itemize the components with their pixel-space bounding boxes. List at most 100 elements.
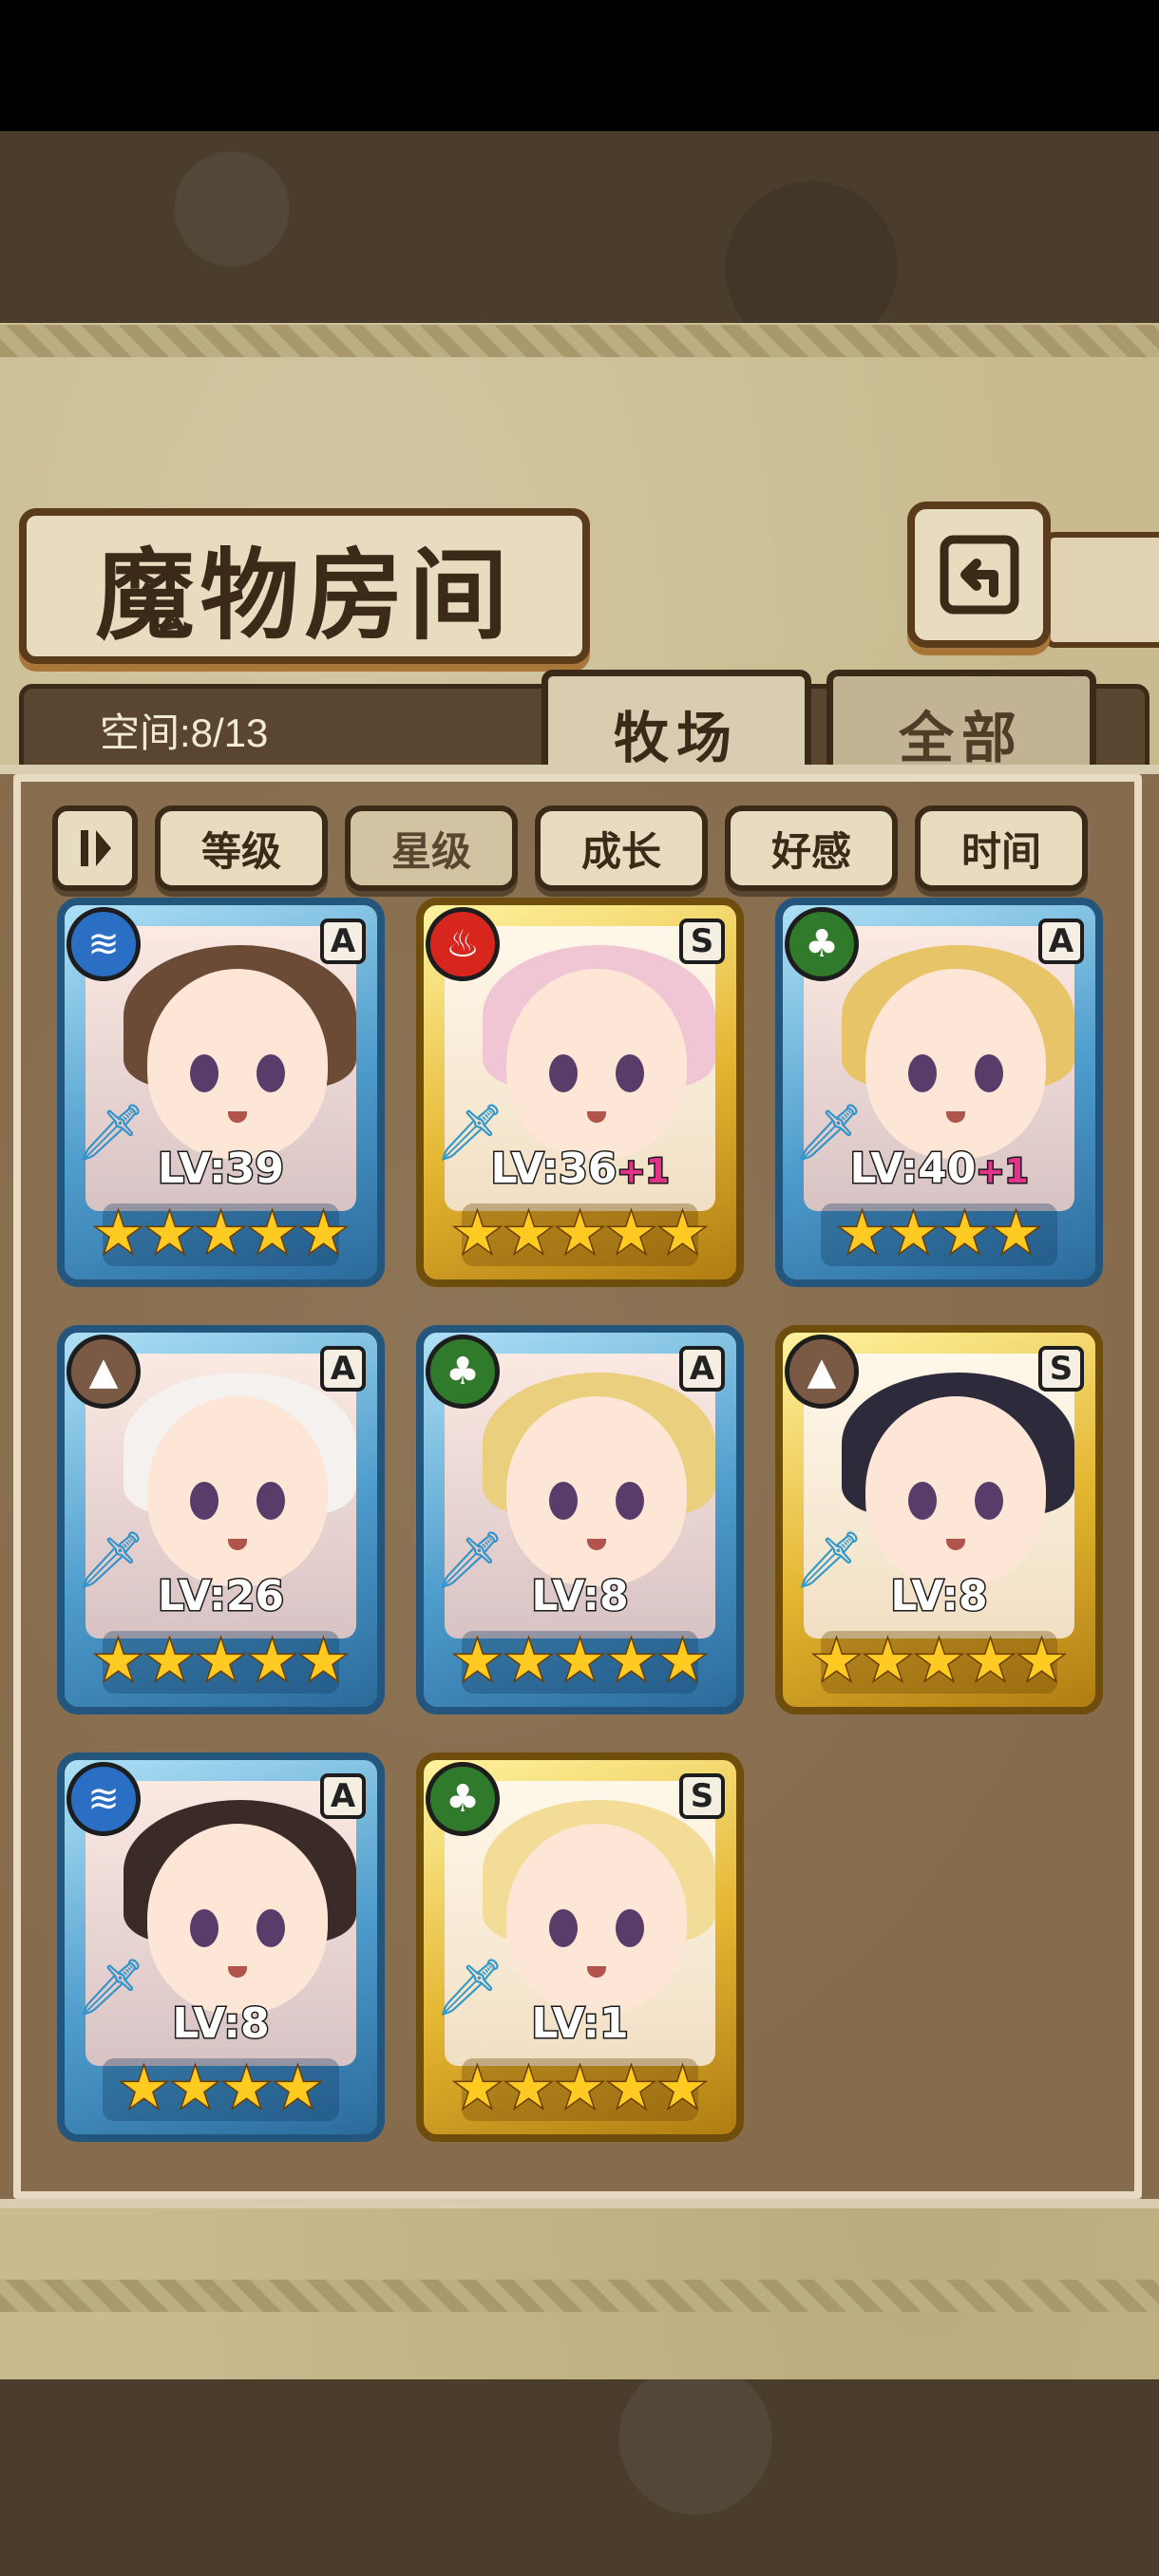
star-icon: ★ xyxy=(554,2055,606,2120)
back-arrow-icon xyxy=(940,535,1018,615)
monster-card[interactable]: ▲ S 🗡 LV:8 ★ ★ ★ ★ ★ xyxy=(775,1325,1103,1714)
star-icon: ★ xyxy=(118,2055,170,2120)
earth-element-icon: ▲ xyxy=(66,1335,141,1409)
star-icon: ★ xyxy=(503,2055,555,2120)
star-icon: ★ xyxy=(1016,1628,1068,1693)
page-title: 魔物房间 xyxy=(95,536,514,653)
star-icon: ★ xyxy=(246,1628,298,1693)
star-icon: ★ xyxy=(836,1201,888,1265)
level-label: LV:39 xyxy=(65,1144,377,1195)
star-icon: ★ xyxy=(297,1628,350,1693)
eye xyxy=(549,1482,578,1520)
monster-face xyxy=(506,1824,687,2014)
wood-element-icon: ♣ xyxy=(426,1762,500,1836)
rank-badge: A xyxy=(320,1346,366,1392)
level-value: LV:40 xyxy=(848,1144,978,1195)
level-label: LV:8 xyxy=(783,1571,1095,1622)
level-value: LV:26 xyxy=(157,1571,286,1622)
monster-card[interactable]: ♣ A 🗡 LV:40+1 ★ ★ ★ ★ xyxy=(775,898,1103,1287)
earth-element-icon: ▲ xyxy=(785,1335,859,1409)
sort-order-toggle[interactable] xyxy=(52,805,138,891)
level-value: LV:1 xyxy=(530,1998,630,2050)
wood-element-icon: ♣ xyxy=(785,907,859,981)
star-icon: ★ xyxy=(451,1201,504,1265)
mouth xyxy=(946,1539,965,1550)
monster-card[interactable]: ♨ S 🗡 LV:36+1 ★ ★ ★ ★ ★ xyxy=(416,898,744,1287)
star-icon: ★ xyxy=(554,1201,606,1265)
monster-face xyxy=(865,1396,1046,1586)
monster-card[interactable]: ≋ A 🗡 LV:8 ★ ★ ★ ★ xyxy=(57,1752,385,2142)
rank-badge: A xyxy=(679,1346,725,1392)
water-element-icon: ≋ xyxy=(66,1762,141,1836)
mouth xyxy=(587,1539,606,1550)
star-icon: ★ xyxy=(939,1201,991,1265)
eye xyxy=(256,1482,285,1520)
eye xyxy=(908,1482,937,1520)
sort-time-button[interactable]: 时间 xyxy=(915,805,1088,891)
monster-card[interactable]: ▲ A 🗡 LV:26 ★ ★ ★ ★ ★ xyxy=(57,1325,385,1714)
star-icon: ★ xyxy=(964,1628,1016,1693)
star-icon: ★ xyxy=(143,1201,196,1265)
monster-card[interactable]: ≋ A 🗡 LV:39 ★ ★ ★ ★ ★ xyxy=(57,898,385,1287)
zigzag-border-bottom xyxy=(0,2280,1159,2312)
mouth xyxy=(946,1111,965,1123)
eye xyxy=(616,1054,644,1092)
eye xyxy=(908,1054,937,1092)
sort-level-button[interactable]: 等级 xyxy=(155,805,328,891)
map-background-top xyxy=(0,131,1159,326)
rank-badge: S xyxy=(679,919,725,964)
star-icon: ★ xyxy=(143,1628,196,1693)
mouth xyxy=(228,1111,247,1123)
level-label: LV:36+1 xyxy=(424,1144,736,1195)
level-bonus: +1 xyxy=(616,1151,671,1193)
sort-order-icon xyxy=(81,830,111,866)
star-icon: ★ xyxy=(605,2055,657,2120)
eye xyxy=(975,1054,1003,1092)
star-icon: ★ xyxy=(862,1628,914,1693)
eye xyxy=(549,1909,578,1947)
eye xyxy=(190,1909,218,1947)
eye xyxy=(190,1482,218,1520)
eye xyxy=(256,1909,285,1947)
rank-badge: A xyxy=(320,919,366,964)
level-label: LV:1 xyxy=(424,1998,736,2050)
back-button[interactable] xyxy=(907,502,1051,648)
sort-affection-button[interactable]: 好感 xyxy=(725,805,898,891)
star-icon: ★ xyxy=(656,1628,709,1693)
mouth xyxy=(587,1111,606,1123)
star-rating: ★ ★ ★ ★ xyxy=(821,1203,1057,1266)
level-bonus: +1 xyxy=(975,1151,1030,1193)
mouth xyxy=(228,1539,247,1550)
monster-face xyxy=(506,1396,687,1586)
eye xyxy=(616,1482,644,1520)
rank-badge: A xyxy=(320,1773,366,1819)
level-value: LV:8 xyxy=(530,1571,630,1622)
star-icon: ★ xyxy=(605,1628,657,1693)
star-rating: ★ ★ ★ ★ ★ xyxy=(451,1201,709,1266)
map-background-bottom xyxy=(0,2379,1159,2576)
star-icon: ★ xyxy=(272,2055,324,2120)
star-rating: ★ ★ ★ ★ xyxy=(103,2055,339,2121)
star-icon: ★ xyxy=(195,1628,247,1693)
sort-growth-button[interactable]: 成长 xyxy=(535,805,708,891)
star-icon: ★ xyxy=(169,2055,221,2120)
star-icon: ★ xyxy=(990,1201,1042,1265)
monster-face xyxy=(147,1824,328,2014)
eye xyxy=(975,1482,1003,1520)
star-icon: ★ xyxy=(810,1628,863,1693)
monster-face xyxy=(147,969,328,1159)
title-plate: 魔物房间 xyxy=(19,508,590,664)
star-icon: ★ xyxy=(913,1628,965,1693)
star-icon: ★ xyxy=(554,1628,606,1693)
sort-star-button[interactable]: 星级 xyxy=(345,805,518,891)
monster-face xyxy=(865,969,1046,1159)
rank-badge: S xyxy=(679,1773,725,1819)
eye xyxy=(256,1054,285,1092)
level-label: LV:40+1 xyxy=(783,1144,1095,1195)
zigzag-border-top xyxy=(0,325,1159,357)
level-label: LV:8 xyxy=(65,1998,377,2050)
monster-face xyxy=(147,1396,328,1586)
eye xyxy=(549,1054,578,1092)
monster-card[interactable]: ♣ S 🗡 LV:1 ★ ★ ★ ★ ★ xyxy=(416,1752,744,2142)
monster-card[interactable]: ♣ A 🗡 LV:8 ★ ★ ★ ★ ★ xyxy=(416,1325,744,1714)
